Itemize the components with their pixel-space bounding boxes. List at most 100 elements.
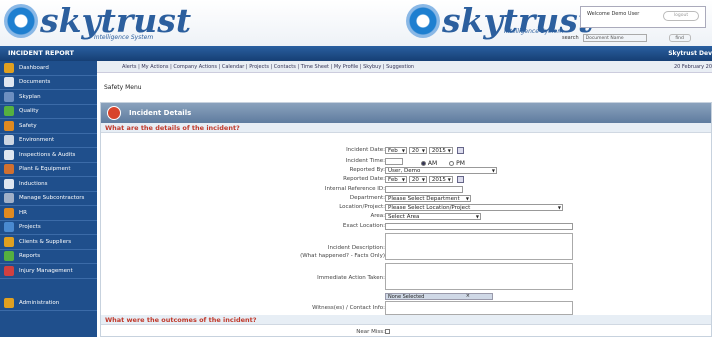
sidebar-item-label: Inspections & Audits — [19, 151, 76, 158]
area-select[interactable]: Select Area — [385, 213, 481, 220]
sidebar-item-label: Quality — [19, 108, 39, 115]
sidebar-item-label: Safety — [19, 122, 37, 129]
sidebar-item-documents[interactable]: Documents — [0, 76, 97, 90]
sidebar-item-hr[interactable]: HR — [0, 206, 97, 221]
sidebar-item-label: Plant & Equipment — [19, 166, 71, 173]
incident-date-year-select[interactable]: 2015 — [428, 147, 453, 154]
sidebar-item-icon — [4, 106, 14, 117]
am-label: AM — [427, 160, 438, 167]
incident-date-label: Incident Date: — [346, 147, 385, 153]
location-label: Location/Project: — [339, 204, 385, 210]
exact-location-input[interactable] — [385, 223, 573, 230]
description-label: Incident Description: — [327, 245, 385, 251]
description-textarea[interactable] — [385, 233, 573, 260]
brand-name: skytrust — [40, 1, 192, 40]
near-miss-label: Near Miss: — [356, 329, 385, 335]
reported-date-label: Reported Date: — [343, 176, 385, 182]
panel-title: Incident Details — [129, 109, 192, 117]
sidebar-item-inspections-audits[interactable]: Inspections & Audits — [0, 148, 97, 163]
area-label: Area: — [370, 213, 385, 219]
brand-tagline: Intelligence System — [504, 28, 564, 35]
calendar-icon[interactable] — [456, 147, 464, 154]
witness-multiselect[interactable]: None Selected — [385, 293, 493, 300]
sidebar-item-inductions[interactable]: Inductions — [0, 177, 97, 192]
pm-radio[interactable] — [449, 161, 455, 166]
incident-time-label: Incident Time: — [345, 158, 385, 164]
site-name: Skytrust Dev — [668, 50, 712, 57]
calendar-icon[interactable] — [456, 176, 464, 183]
sidebar-item-icon — [4, 222, 14, 233]
reported-by-select[interactable]: User, Demo — [385, 167, 497, 174]
incident-time-input[interactable] — [385, 158, 403, 165]
near-miss-checkbox[interactable] — [385, 329, 390, 334]
incident-icon — [107, 106, 121, 120]
sidebar-item-icon — [4, 135, 14, 146]
department-select[interactable]: Please Select Department — [385, 195, 471, 202]
immediate-action-textarea[interactable] — [385, 263, 573, 290]
sidebar-item-icon — [4, 149, 14, 160]
search-label: search — [562, 35, 579, 41]
immediate-action-label: Immediate Action Taken: — [317, 275, 385, 281]
sidebar-item-icon — [4, 207, 14, 218]
sidebar-item-quality[interactable]: Quality — [0, 105, 97, 119]
sidebar-item-plant-equipment[interactable]: Plant & Equipment — [0, 163, 97, 177]
sidebar-item-manage-subcontractors[interactable]: Manage Subcontractors — [0, 192, 97, 206]
sidebar-item-environment[interactable]: Environment — [0, 134, 97, 148]
incident-details-panel: Incident Details What are the details of… — [100, 102, 712, 337]
brand-logo-right: skytrust Intelligence System — [406, 4, 593, 38]
sidebar-item-safety[interactable]: Safety — [0, 119, 97, 134]
sidebar-item-icon — [4, 77, 14, 88]
pm-label: PM — [456, 160, 465, 167]
brand-tagline: Intelligence System — [94, 34, 154, 41]
header: skytrust Intelligence System skytrust In… — [0, 0, 712, 46]
sidebar-item-label: Administration — [19, 300, 60, 307]
sidebar-item-icon — [4, 265, 14, 276]
sidebar-item-icon — [4, 193, 14, 204]
welcome-text: Welcome Demo User — [587, 11, 640, 17]
sidebar-item-label: Skyplan — [19, 93, 41, 100]
internal-ref-label: Internal Reference ID: — [324, 186, 385, 192]
brand-logo-icon — [406, 4, 440, 38]
incident-date-month-select[interactable]: Feb — [385, 147, 407, 154]
sidebar-item-icon — [4, 62, 14, 73]
sidebar-item-skyplan[interactable]: Skyplan — [0, 90, 97, 105]
brand-logo: skytrust Intelligence System — [4, 1, 192, 41]
exact-location-label: Exact Location: — [342, 223, 385, 229]
sidebar-item-icon — [4, 91, 14, 102]
section-heading-details: What are the details of the incident? — [101, 123, 711, 133]
sidebar-item-label: Projects — [19, 224, 41, 231]
logout-button[interactable]: logout — [663, 11, 699, 21]
sidebar-item-injury-management[interactable]: Injury Management — [0, 264, 97, 279]
nav-links: Alerts | My Actions | Company Actions | … — [97, 61, 712, 73]
location-select[interactable]: Please Select Location/Project — [385, 204, 563, 211]
current-date: 20 February 20 — [673, 64, 712, 70]
internal-ref-input[interactable] — [385, 186, 463, 193]
find-button[interactable]: find — [668, 34, 691, 42]
reported-date-year-select[interactable]: 2015 — [428, 176, 453, 183]
section-heading-outcomes: What were the outcomes of the incident? — [101, 315, 711, 325]
sidebar-item-icon — [4, 236, 14, 247]
safety-menu-link[interactable]: Safety Menu — [104, 84, 142, 91]
sidebar-item-administration[interactable]: Administration — [0, 297, 97, 311]
search-bar: search Document Name find — [562, 34, 691, 42]
sidebar: Dashboard Documents Skyplan Quality Safety En… — [0, 61, 97, 337]
am-radio[interactable] — [420, 161, 426, 166]
sidebar-item-reports[interactable]: Reports — [0, 250, 97, 264]
sidebar-item-clients-suppliers[interactable]: Clients & Suppliers — [0, 235, 97, 250]
nav-links-list[interactable]: Alerts | My Actions | Company Actions | … — [122, 64, 414, 70]
search-input[interactable]: Document Name — [582, 34, 647, 42]
sidebar-item-dashboard[interactable]: Dashboard — [0, 61, 97, 76]
incident-date-day-select[interactable]: 20 — [408, 147, 427, 154]
witness-textarea[interactable] — [385, 301, 573, 315]
sidebar-item-projects[interactable]: Projects — [0, 221, 97, 235]
sidebar-item-label: Documents — [19, 79, 51, 86]
reported-date-month-select[interactable]: Feb — [385, 176, 407, 183]
brand-logo-icon — [4, 4, 38, 38]
department-label: Department: — [349, 195, 385, 201]
witness-label: Witness(es) / Contact Info: — [312, 305, 385, 311]
reported-date-day-select[interactable]: 20 — [408, 176, 427, 183]
sidebar-item-label: Manage Subcontractors — [19, 195, 85, 202]
title-bar: INCIDENT REPORT Skytrust Dev — [0, 46, 712, 61]
sidebar-item-label: Injury Management — [19, 267, 73, 274]
sidebar-item-label: Clients & Suppliers — [19, 238, 72, 245]
